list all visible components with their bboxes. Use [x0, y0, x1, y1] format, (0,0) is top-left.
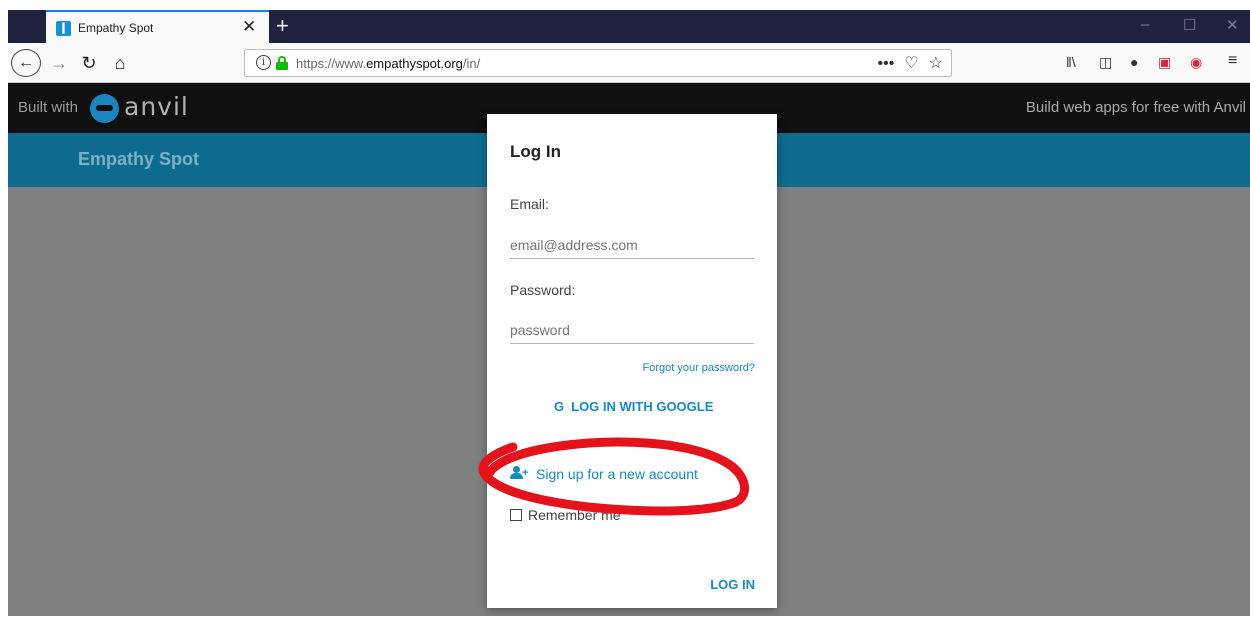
- signup-label: Sign up for a new account: [536, 466, 698, 482]
- built-with-text: Built with: [18, 99, 79, 116]
- tab-strip: ❙ Empathy Spot ✕ + – ☐ ✕: [8, 10, 1250, 43]
- pocket-save-icon[interactable]: ♡: [904, 55, 918, 72]
- close-tab-icon[interactable]: ✕: [242, 17, 256, 37]
- bookmark-star-icon[interactable]: ☆: [929, 55, 943, 72]
- url-prefix: https://www.: [296, 56, 367, 71]
- remember-checkbox[interactable]: [510, 509, 522, 521]
- login-button[interactable]: LOG IN: [710, 577, 755, 592]
- remember-label: Remember me: [528, 507, 621, 523]
- password-field[interactable]: [510, 316, 754, 344]
- page-actions-icon[interactable]: •••: [878, 55, 895, 72]
- pocket-icon[interactable]: ▣: [1158, 54, 1171, 71]
- google-login-button[interactable]: G LOG IN WITH GOOGLE: [554, 399, 713, 414]
- url-bar[interactable]: i https://www.empathyspot.org/in/ ••• ♡ ☆: [244, 49, 952, 77]
- password-label: Password:: [510, 282, 576, 298]
- back-arrow-icon[interactable]: ←: [11, 49, 41, 77]
- forgot-password-link[interactable]: Forgot your password?: [643, 362, 756, 374]
- tab-title: Empathy Spot: [78, 21, 154, 35]
- dialog-title: Log In: [510, 142, 561, 161]
- email-label: Email:: [510, 196, 549, 212]
- forward-arrow-icon[interactable]: →: [48, 49, 70, 77]
- url-path: /in/: [462, 56, 481, 71]
- sidebar-icon[interactable]: ◫: [1099, 54, 1112, 71]
- navigation-toolbar: ← → ↻ ⌂ i https://www.empathyspot.org/in…: [8, 43, 1250, 83]
- library-icon[interactable]: ‖\: [1066, 54, 1076, 70]
- url-actions: ••• ♡ ☆: [868, 53, 944, 73]
- google-g-icon: G: [554, 399, 565, 414]
- google-login-label: LOG IN WITH GOOGLE: [571, 399, 714, 414]
- anvil-logo-text[interactable]: anvil: [124, 92, 189, 121]
- email-field[interactable]: [510, 231, 754, 259]
- tab-empathy-spot[interactable]: ❙ Empathy Spot ✕: [46, 10, 269, 43]
- browser-window: ❙ Empathy Spot ✕ + – ☐ ✕ ← → ↻ ⌂ i https…: [8, 10, 1250, 616]
- login-dialog: Log In Email: Password: Forgot your pass…: [487, 114, 777, 608]
- site-favicon-icon: ❙: [56, 21, 71, 36]
- close-window-icon[interactable]: ✕: [1226, 16, 1239, 34]
- remember-me[interactable]: Remember me: [510, 507, 621, 523]
- url-text[interactable]: https://www.empathyspot.org/in/: [296, 56, 480, 71]
- lock-icon: [276, 56, 288, 70]
- maximize-icon[interactable]: ☐: [1183, 16, 1196, 34]
- minimize-icon[interactable]: –: [1141, 16, 1149, 33]
- info-icon[interactable]: i: [256, 55, 271, 70]
- account-icon[interactable]: ●: [1130, 54, 1138, 70]
- menu-icon[interactable]: ≡: [1228, 52, 1237, 70]
- home-icon[interactable]: ⌂: [109, 49, 131, 77]
- add-user-icon: +: [510, 466, 530, 480]
- extension-icon[interactable]: ◉: [1190, 54, 1202, 71]
- anvil-promo-link[interactable]: Build web apps for free with Anvil: [1026, 99, 1246, 116]
- reload-icon[interactable]: ↻: [78, 49, 100, 77]
- signup-link[interactable]: + Sign up for a new account: [510, 466, 698, 482]
- new-tab-icon[interactable]: +: [276, 13, 289, 39]
- anvil-logo-icon[interactable]: [90, 94, 119, 123]
- url-domain: empathyspot.org: [366, 56, 463, 71]
- app-title: Empathy Spot: [78, 149, 200, 169]
